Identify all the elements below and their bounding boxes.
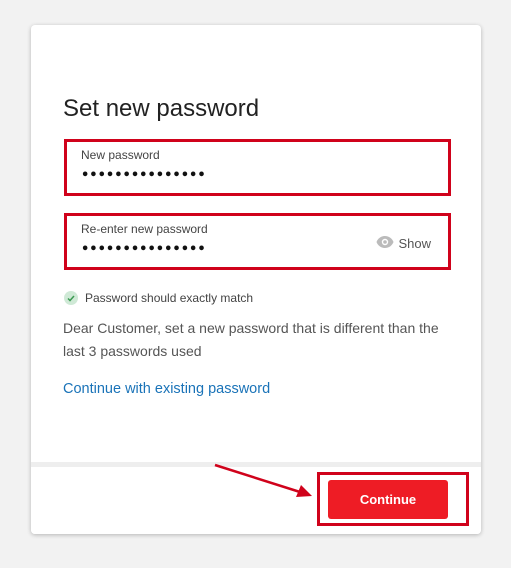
show-password-button[interactable]: Show	[376, 236, 431, 251]
new-password-label: New password	[81, 148, 160, 162]
password-card: Set new password New password ••••••••••…	[31, 25, 481, 534]
new-password-input[interactable]: •••••••••••••••	[81, 168, 206, 183]
continue-existing-password-link[interactable]: Continue with existing password	[63, 381, 270, 397]
reenter-password-label: Re-enter new password	[81, 222, 208, 236]
reenter-password-input[interactable]: •••••••••••••••	[81, 242, 206, 257]
new-password-field[interactable]: New password •••••••••••••••	[67, 142, 447, 193]
hint-text: Password should exactly match	[85, 291, 254, 305]
show-password-label: Show	[398, 236, 431, 251]
eye-icon	[376, 236, 394, 251]
check-circle-icon	[64, 291, 78, 305]
password-match-hint: Password should exactly match	[64, 291, 253, 305]
page-title: Set new password	[63, 95, 260, 122]
continue-button[interactable]: Continue	[328, 480, 448, 519]
password-description: Dear Customer, set a new password that i…	[63, 320, 439, 359]
reenter-password-field[interactable]: Re-enter new password ••••••••••••••• Sh…	[67, 216, 447, 267]
